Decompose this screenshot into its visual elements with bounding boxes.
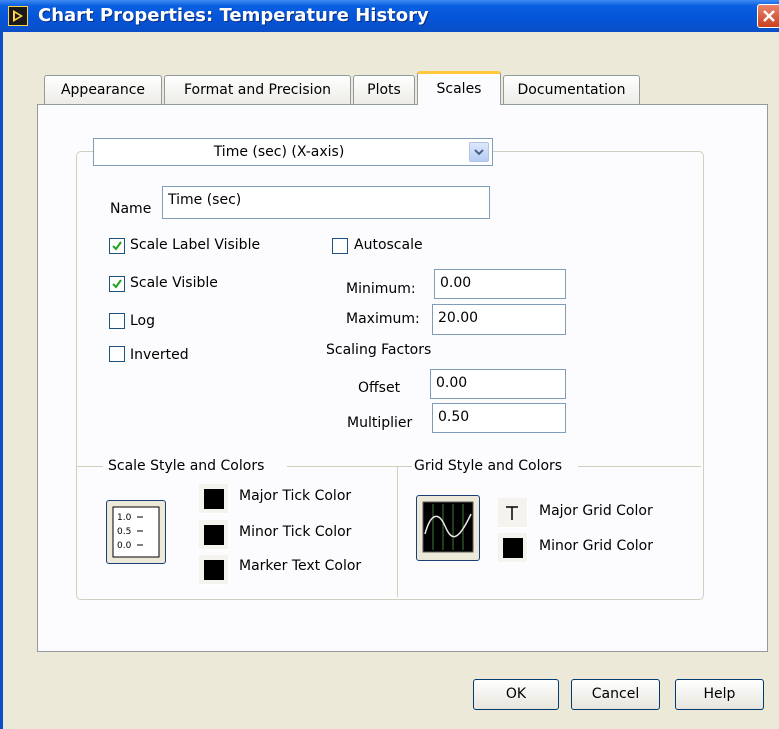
scale-style-title: Scale Style and Colors (108, 458, 265, 474)
check-icon (112, 279, 122, 289)
grid-style-separator-left (398, 466, 412, 467)
cancel-button[interactable]: Cancel (571, 679, 660, 710)
minor-tick-color-swatch[interactable] (199, 520, 229, 550)
major-tick-color-fill (204, 489, 224, 509)
offset-field[interactable]: 0.00 (430, 369, 566, 399)
grid-style-separator-right (578, 466, 701, 467)
axis-select-value: Time (sec) (X-axis) (213, 144, 345, 160)
inverted-label: Inverted (130, 347, 189, 363)
scale-style-icon: 1.0 0.5 0.0 (112, 506, 160, 558)
check-icon (112, 241, 122, 251)
autoscale-checkbox[interactable] (332, 238, 348, 254)
tab-appearance[interactable]: Appearance (44, 75, 162, 105)
labview-app-icon (8, 6, 28, 26)
minimum-field[interactable]: 0.00 (434, 269, 566, 299)
scale-icon-tick-2: 0.5 (117, 527, 131, 537)
help-button[interactable]: Help (675, 679, 764, 710)
scale-icon-tick-3: 0.0 (117, 541, 132, 551)
major-tick-color-swatch[interactable] (199, 484, 229, 514)
name-field[interactable]: Time (sec) (162, 186, 490, 219)
tab-format-and-precision[interactable]: Format and Precision (164, 75, 351, 105)
major-grid-color-label: Major Grid Color (539, 503, 653, 519)
scale-style-button[interactable]: 1.0 0.5 0.0 (106, 500, 166, 564)
autoscale-label: Autoscale (354, 237, 423, 253)
multiplier-field[interactable]: 0.50 (432, 403, 566, 433)
minor-grid-color-fill (503, 538, 523, 558)
minor-tick-color-fill (204, 525, 224, 545)
dropdown-arrow-button[interactable] (469, 142, 489, 162)
scaling-factors-label: Scaling Factors (326, 342, 432, 358)
scale-icon-tick-1: 1.0 (117, 513, 132, 523)
title-bar: Chart Properties: Temperature History (0, 0, 779, 32)
inverted-checkbox[interactable] (109, 346, 125, 362)
scale-label-visible-checkbox[interactable] (109, 238, 125, 254)
tab-documentation[interactable]: Documentation (503, 75, 640, 105)
name-label: Name (110, 201, 152, 217)
maximum-field[interactable]: 20.00 (432, 304, 566, 335)
window-title: Chart Properties: Temperature History (38, 5, 429, 26)
grid-style-icon (422, 501, 474, 553)
multiplier-label: Multiplier (347, 415, 413, 431)
scale-visible-label: Scale Visible (130, 275, 218, 291)
scale-label-visible-label: Scale Label Visible (130, 237, 261, 253)
axis-select[interactable]: Time (sec) (X-axis) (93, 138, 493, 166)
log-label: Log (130, 313, 156, 329)
tab-scales[interactable]: Scales (417, 71, 501, 105)
maximum-label: Maximum: (346, 311, 420, 327)
scale-style-separator-left (77, 466, 103, 467)
grid-style-button[interactable] (416, 495, 480, 561)
chevron-down-icon (474, 149, 484, 156)
major-grid-color-swatch[interactable] (498, 498, 528, 528)
transparent-color-icon (506, 506, 518, 520)
grid-style-title: Grid Style and Colors (414, 458, 563, 474)
close-icon (763, 10, 775, 22)
log-checkbox[interactable] (109, 313, 125, 329)
marker-text-color-swatch[interactable] (199, 555, 229, 585)
minimum-label: Minimum: (346, 281, 416, 297)
marker-text-color-label: Marker Text Color (239, 558, 362, 574)
ok-button[interactable]: OK (473, 679, 559, 710)
section-divider (397, 466, 398, 597)
tab-plots[interactable]: Plots (353, 75, 415, 105)
marker-text-color-fill (204, 560, 224, 580)
close-button[interactable] (757, 4, 779, 28)
offset-label: Offset (358, 380, 401, 396)
major-tick-color-label: Major Tick Color (239, 488, 352, 504)
scale-style-separator-right (287, 466, 397, 467)
minor-grid-color-swatch[interactable] (498, 533, 528, 563)
minor-tick-color-label: Minor Tick Color (239, 524, 352, 540)
window-left-border (0, 32, 3, 729)
minor-grid-color-label: Minor Grid Color (539, 538, 653, 554)
scale-visible-checkbox[interactable] (109, 276, 125, 292)
